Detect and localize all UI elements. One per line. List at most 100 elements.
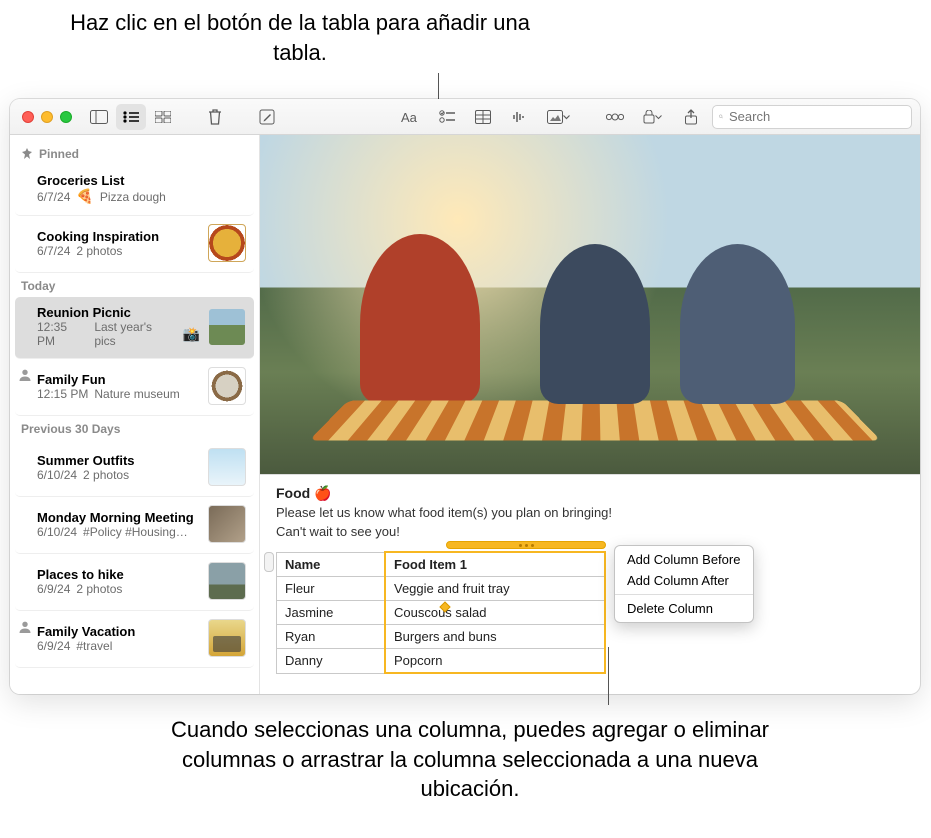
shared-note-icon bbox=[18, 368, 32, 382]
minimize-button[interactable] bbox=[41, 111, 53, 123]
table-row: RyanBurgers and buns bbox=[277, 625, 606, 649]
section-today-label: Today bbox=[21, 279, 55, 293]
search-icon bbox=[719, 110, 723, 123]
note-date: 6/7/24 bbox=[37, 190, 70, 204]
table-cell[interactable]: Jasmine bbox=[277, 601, 386, 625]
titlebar: Aa bbox=[10, 99, 920, 135]
note-date: 6/9/24 bbox=[37, 582, 70, 596]
note-snippet: Pizza dough bbox=[100, 190, 166, 204]
section-today: Today bbox=[15, 273, 254, 297]
pin-icon bbox=[21, 148, 33, 160]
notes-list-sidebar[interactable]: Pinned Groceries List 6/7/24 🍕 Pizza dou… bbox=[10, 135, 260, 694]
note-date: 12:35 PM bbox=[37, 320, 88, 348]
view-mode-group bbox=[84, 104, 178, 130]
table-cell[interactable]: Burgers and buns bbox=[385, 625, 605, 649]
note-item-familyfun[interactable]: Family Fun 12:15 PM Nature museum bbox=[15, 359, 254, 416]
new-note-icon[interactable] bbox=[252, 104, 282, 130]
note-thumbnail bbox=[208, 562, 246, 600]
note-item-vacation[interactable]: Family Vacation 6/9/24 #travel bbox=[15, 611, 254, 668]
close-button[interactable] bbox=[22, 111, 34, 123]
shared-note-icon bbox=[18, 620, 32, 634]
callout-bottom-leader bbox=[608, 647, 609, 705]
callout-bottom-text: Cuando seleccionas una columna, puedes a… bbox=[171, 717, 769, 801]
section-prev30-label: Previous 30 Days bbox=[21, 422, 120, 436]
note-heading-text: Food bbox=[276, 485, 310, 501]
table-row: DannyPopcorn bbox=[277, 649, 606, 674]
apple-emoji-icon: 🍎 bbox=[314, 485, 331, 502]
menu-delete-column[interactable]: Delete Column bbox=[615, 598, 753, 619]
section-prev30: Previous 30 Days bbox=[15, 416, 254, 440]
table-cell[interactable]: Ryan bbox=[277, 625, 386, 649]
note-title: Monday Morning Meeting bbox=[37, 510, 200, 525]
note-title: Reunion Picnic bbox=[37, 305, 200, 320]
note-snippet: Last year's pics bbox=[94, 320, 176, 348]
note-description-line1: Please let us know what food item(s) you… bbox=[276, 504, 904, 522]
note-item-cooking[interactable]: Cooking Inspiration 6/7/24 2 photos bbox=[15, 216, 254, 273]
callout-top-text: Haz clic en el botón de la tabla para añ… bbox=[70, 10, 530, 65]
table-header-selected[interactable]: Food Item 1 bbox=[385, 552, 605, 577]
food-table[interactable]: Name Food Item 1 FleurVeggie and fruit t… bbox=[276, 551, 606, 674]
note-thumbnail bbox=[208, 308, 246, 346]
note-date: 6/9/24 bbox=[37, 639, 70, 653]
note-snippet: #travel bbox=[76, 639, 112, 653]
note-date: 6/10/24 bbox=[37, 468, 77, 482]
list-view-icon[interactable] bbox=[116, 104, 146, 130]
note-snippet: Nature museum bbox=[94, 387, 179, 401]
note-title: Summer Outfits bbox=[37, 453, 200, 468]
trash-icon[interactable] bbox=[200, 104, 230, 130]
table-cell[interactable]: Popcorn bbox=[385, 649, 605, 674]
search-field[interactable] bbox=[712, 105, 912, 129]
note-snippet: 2 photos bbox=[76, 244, 122, 258]
menu-add-column-after[interactable]: Add Column After bbox=[615, 570, 753, 591]
note-title: Places to hike bbox=[37, 567, 200, 582]
note-item-meeting[interactable]: Monday Morning Meeting 6/10/24 #Policy #… bbox=[15, 497, 254, 554]
note-date: 6/10/24 bbox=[37, 525, 77, 539]
audio-icon[interactable] bbox=[504, 104, 534, 130]
note-thumbnail bbox=[208, 505, 246, 543]
table-icon[interactable] bbox=[468, 104, 498, 130]
note-title: Family Fun bbox=[37, 372, 200, 387]
table-header[interactable]: Name bbox=[277, 552, 386, 577]
svg-text:Aa: Aa bbox=[401, 110, 418, 124]
callout-bottom: Cuando seleccionas una columna, puedes a… bbox=[150, 715, 790, 804]
link-icon[interactable] bbox=[600, 104, 630, 130]
note-thumbnail bbox=[208, 224, 246, 262]
table-row-handle[interactable] bbox=[264, 552, 274, 572]
media-menu-icon[interactable] bbox=[540, 104, 578, 130]
note-item-groceries[interactable]: Groceries List 6/7/24 🍕 Pizza dough bbox=[15, 165, 254, 216]
note-table-wrap: Name Food Item 1 FleurVeggie and fruit t… bbox=[276, 551, 904, 674]
pizza-emoji-icon: 🍕 bbox=[76, 188, 93, 205]
table-cell[interactable]: Veggie and fruit tray bbox=[385, 577, 605, 601]
table-row: FleurVeggie and fruit tray bbox=[277, 577, 606, 601]
note-thumbnail bbox=[208, 448, 246, 486]
note-thumbnail bbox=[208, 619, 246, 657]
note-snippet: #Policy #Housing… bbox=[83, 525, 188, 539]
gallery-view-icon[interactable] bbox=[148, 104, 178, 130]
share-icon[interactable] bbox=[676, 104, 706, 130]
section-pinned: Pinned bbox=[15, 141, 254, 165]
note-thumbnail bbox=[208, 367, 246, 405]
note-title: Cooking Inspiration bbox=[37, 229, 200, 244]
fullscreen-button[interactable] bbox=[60, 111, 72, 123]
table-cell[interactable]: Danny bbox=[277, 649, 386, 674]
notes-window: Aa bbox=[10, 99, 920, 694]
section-pinned-label: Pinned bbox=[39, 147, 79, 161]
note-item-reunion[interactable]: Reunion Picnic 12:35 PM Last year's pics… bbox=[15, 297, 254, 359]
format-text-icon[interactable]: Aa bbox=[396, 104, 426, 130]
note-item-hike[interactable]: Places to hike 6/9/24 2 photos bbox=[15, 554, 254, 611]
table-column-handle[interactable] bbox=[446, 541, 606, 549]
note-body[interactable]: Food 🍎 Please let us know what food item… bbox=[260, 475, 920, 694]
note-title: Family Vacation bbox=[37, 624, 200, 639]
note-date: 6/7/24 bbox=[37, 244, 70, 258]
search-input[interactable] bbox=[729, 109, 905, 124]
sidebar-toggle-icon[interactable] bbox=[84, 104, 114, 130]
table-cell[interactable]: Fleur bbox=[277, 577, 386, 601]
note-heading: Food 🍎 bbox=[276, 485, 904, 502]
table-header-row: Name Food Item 1 bbox=[277, 552, 606, 577]
menu-add-column-before[interactable]: Add Column Before bbox=[615, 549, 753, 570]
table-cell[interactable]: Couscous salad bbox=[385, 601, 605, 625]
note-hero-image bbox=[260, 135, 920, 475]
note-item-outfits[interactable]: Summer Outfits 6/10/24 2 photos bbox=[15, 440, 254, 497]
checklist-icon[interactable] bbox=[432, 104, 462, 130]
lock-icon[interactable] bbox=[636, 104, 670, 130]
